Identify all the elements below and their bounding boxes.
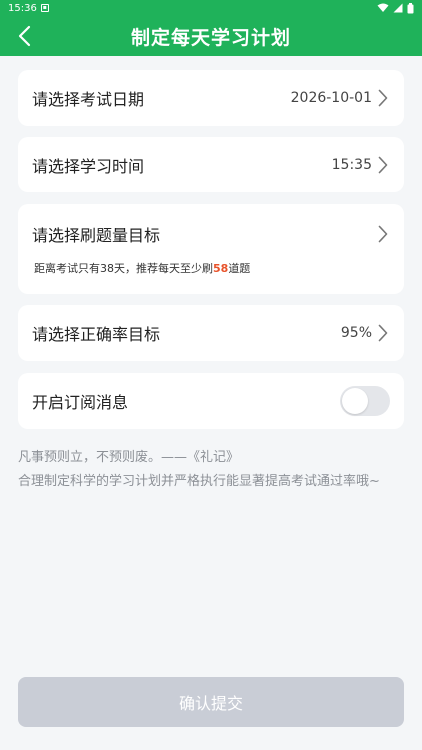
study-time-label: 请选择学习时间 bbox=[32, 156, 145, 176]
exam-date-value: 2026-10-01 bbox=[290, 90, 372, 106]
confirm-submit-button[interactable]: 确认提交 bbox=[18, 677, 404, 727]
hint-suffix: 道题 bbox=[228, 262, 251, 275]
question-goal-hint: 距离考试只有38天，推荐每天至少刷58道题 bbox=[34, 260, 250, 276]
question-goal-selector[interactable]: 请选择刷题量目标 距离考试只有38天，推荐每天至少刷58道题 bbox=[18, 204, 404, 294]
page-title: 制定每天学习计划 bbox=[130, 26, 291, 49]
notification-icon: ▪ bbox=[40, 4, 49, 12]
question-goal-label: 请选择刷题量目标 bbox=[32, 226, 161, 245]
chevron-right-icon bbox=[378, 156, 390, 174]
subscribe-label: 开启订阅消息 bbox=[32, 393, 129, 412]
accuracy-goal-selector[interactable]: 请选择正确率目标 95% bbox=[18, 305, 404, 361]
hint-prefix: 距离考试只有38天，推荐每天至少刷 bbox=[34, 262, 213, 275]
exam-date-label: 请选择考试日期 bbox=[32, 90, 145, 109]
accuracy-goal-value: 95% bbox=[340, 325, 372, 341]
subscribe-row: 开启订阅消息 bbox=[18, 373, 404, 429]
motivation-quote: 凡事预则立，不预则废。——《礼记》 合理制定科学的学习计划并严格执行能显著提高考… bbox=[18, 446, 404, 494]
quote-line-2: 合理制定科学的学习计划并严格执行能显著提高考试通过率哦~ bbox=[18, 474, 380, 489]
study-time-selector[interactable]: 请选择学习时间 15:35 bbox=[18, 137, 404, 192]
status-icons bbox=[377, 2, 414, 14]
battery-icon bbox=[407, 2, 414, 13]
nav-bar: 制定每天学习计划 bbox=[0, 16, 422, 56]
status-bar: 15:36 ▪ bbox=[0, 0, 422, 16]
chevron-right-icon bbox=[378, 225, 390, 243]
wifi-icon bbox=[377, 3, 389, 12]
quote-line-1: 凡事预则立，不预则废。——《礼记》 bbox=[18, 450, 240, 465]
chevron-left-icon bbox=[18, 25, 31, 47]
chevron-right-icon bbox=[378, 89, 390, 107]
signal-icon bbox=[393, 3, 403, 13]
accuracy-goal-label: 请选择正确率目标 bbox=[32, 325, 161, 344]
back-button[interactable] bbox=[12, 24, 36, 48]
subscribe-toggle[interactable] bbox=[340, 386, 390, 416]
hint-number: 58 bbox=[213, 262, 229, 275]
status-time: 15:36 bbox=[8, 2, 37, 14]
exam-date-selector[interactable]: 请选择考试日期 2026-10-01 bbox=[18, 70, 404, 126]
chevron-right-icon bbox=[378, 324, 390, 342]
toggle-knob bbox=[342, 388, 368, 414]
study-time-value: 15:35 bbox=[331, 156, 372, 173]
